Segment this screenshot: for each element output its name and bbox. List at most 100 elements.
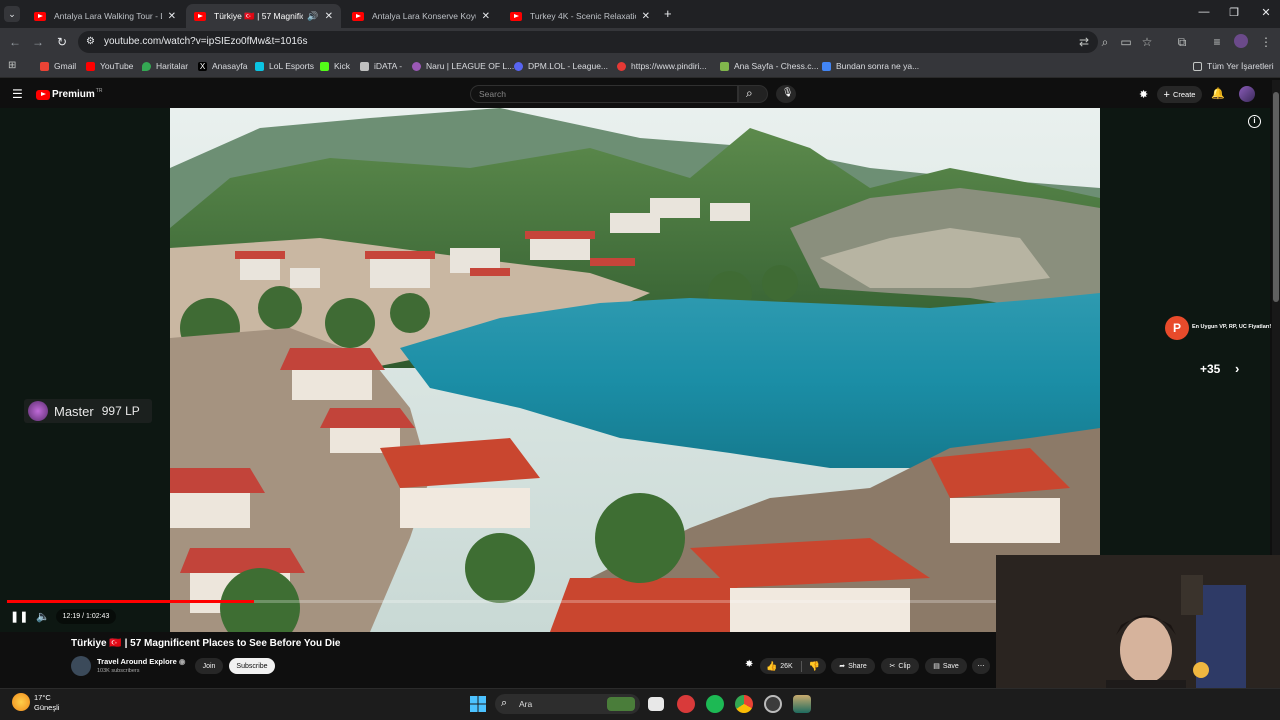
chrome-icon[interactable] bbox=[735, 695, 753, 713]
extensions-icon[interactable]: ⧉ bbox=[1175, 35, 1189, 49]
close-tab-icon[interactable]: ✕ bbox=[482, 11, 490, 22]
search-input[interactable]: Search bbox=[470, 85, 738, 103]
channel-avatar[interactable] bbox=[71, 656, 91, 676]
bookmark-idata[interactable]: iDATA - bbox=[360, 61, 402, 71]
clip-button[interactable]: ✂ Clip bbox=[881, 658, 919, 674]
bookmark-pindiri[interactable]: https://www.pindiri... bbox=[617, 61, 707, 71]
master-rank-emblem-icon bbox=[28, 401, 48, 421]
pause-icon[interactable]: ❚❚ bbox=[10, 610, 28, 623]
url-text[interactable]: youtube.com/watch?v=ipSIEzo0fMw&t=1016s bbox=[104, 36, 307, 47]
audio-playing-icon[interactable]: 🔊 bbox=[307, 11, 318, 22]
restore-icon[interactable]: ❐ bbox=[1224, 6, 1244, 19]
close-tab-icon[interactable]: ✕ bbox=[325, 11, 333, 22]
bookmark-maps[interactable]: Haritalar bbox=[142, 61, 188, 71]
bookmark-x[interactable]: X Anasayfa bbox=[198, 61, 247, 71]
bookmark-dpm[interactable]: DPM.LOL - League... bbox=[514, 61, 608, 71]
windows-start-icon[interactable] bbox=[469, 695, 487, 713]
info-icon[interactable]: i bbox=[1248, 115, 1261, 128]
bookmark-kick[interactable]: Kick bbox=[320, 61, 350, 71]
like-dislike-group: 👍 26K 👎 bbox=[760, 658, 826, 674]
subscribe-button[interactable]: Subscribe bbox=[229, 658, 275, 674]
subscriber-count: 103K subscribers bbox=[97, 668, 140, 674]
sparkle-ask-icon[interactable]: ✸ bbox=[745, 659, 753, 670]
create-button[interactable]: + Create bbox=[1157, 86, 1202, 103]
close-window-icon[interactable]: ✕ bbox=[1256, 6, 1276, 19]
browser-menu-icon[interactable]: ⋮ bbox=[1259, 35, 1273, 49]
back-icon[interactable]: ← bbox=[8, 35, 22, 49]
youtube-logo[interactable]: Premium TR bbox=[36, 87, 103, 100]
voice-search-button[interactable]: 🎙 bbox=[776, 85, 796, 103]
rank-overlay: Master 997 LP bbox=[24, 399, 152, 423]
youtube-favicon-icon bbox=[510, 11, 522, 21]
browser-tab-active[interactable]: Türkiye 🇹🇷 | 57 Magnificent 🔊 ✕ bbox=[186, 4, 341, 28]
new-tab-plus-icon[interactable]: + bbox=[664, 6, 672, 21]
verified-check-icon: ◉ bbox=[178, 657, 186, 666]
browser-tab[interactable]: Antalya Lara Konserve Koyu - K ✕ bbox=[344, 4, 498, 28]
share-button[interactable]: ➦ Share bbox=[831, 658, 875, 674]
scrollbar-thumb[interactable] bbox=[1273, 92, 1279, 302]
dislike-thumb-icon[interactable]: 👎 bbox=[800, 660, 820, 672]
dpm-icon bbox=[514, 61, 523, 71]
like-thumb-icon[interactable]: 👍 bbox=[766, 661, 777, 672]
all-bookmarks-folder[interactable]: Tüm Yer İşaretleri bbox=[1193, 61, 1274, 71]
tab-search-chevron-icon[interactable]: ⌄ bbox=[4, 6, 20, 22]
bookmark-chess[interactable]: Ana Sayfa - Chess.c... bbox=[720, 61, 819, 71]
create-label: Create bbox=[1172, 90, 1196, 99]
bookmark-star-icon[interactable]: ☆ bbox=[1140, 35, 1154, 49]
site-info-icon[interactable]: ⚙ bbox=[86, 36, 95, 47]
kick-icon bbox=[320, 61, 329, 71]
profile-avatar[interactable] bbox=[1234, 34, 1248, 48]
channel-name[interactable]: Travel Around Explore ◉ bbox=[97, 657, 185, 666]
forward-icon[interactable]: → bbox=[31, 35, 45, 49]
video-frame[interactable] bbox=[170, 108, 1100, 632]
spotify-icon[interactable] bbox=[706, 695, 724, 713]
chevron-right-icon[interactable]: › bbox=[1235, 361, 1239, 376]
taskbar-search-box[interactable]: ⌕ Ara bbox=[495, 694, 640, 714]
hamburger-menu-icon[interactable]: ☰ bbox=[12, 87, 23, 101]
reload-icon[interactable]: ↻ bbox=[55, 35, 69, 49]
rank-lp: 997 LP bbox=[101, 404, 140, 418]
chess-pawn-icon bbox=[720, 61, 729, 71]
time-display: 12:19 / 1:02:43 bbox=[56, 609, 116, 624]
bookmark-gmail[interactable]: Gmail bbox=[40, 61, 76, 71]
cast-icon[interactable]: ▭ bbox=[1119, 35, 1133, 49]
weather-sun-icon[interactable] bbox=[12, 693, 30, 711]
more-actions-icon[interactable]: ⋯ bbox=[972, 658, 990, 674]
translate-icon[interactable]: ⇄ bbox=[1077, 35, 1091, 49]
search-button[interactable]: ⌕ bbox=[738, 85, 768, 103]
video-scene-image bbox=[170, 108, 1100, 632]
youtube-play-logo-icon bbox=[36, 89, 50, 100]
like-count[interactable]: 26K bbox=[780, 663, 792, 670]
join-button[interactable]: Join bbox=[195, 658, 223, 674]
volume-icon[interactable]: 🔈 bbox=[36, 610, 50, 623]
browser-tab[interactable]: Antalya Lara Walking Tour - Lar ✕ bbox=[26, 4, 184, 28]
league-client-icon[interactable] bbox=[793, 695, 811, 713]
bookmark-bundan[interactable]: Bundan sonra ne ya... bbox=[822, 61, 919, 71]
minimize-icon[interactable]: — bbox=[1194, 6, 1214, 18]
notifications-bell-icon[interactable]: 🔔 bbox=[1211, 87, 1225, 100]
search-placeholder: Search bbox=[479, 89, 506, 99]
save-button[interactable]: ▤ Save bbox=[925, 658, 967, 674]
country-code: TR bbox=[95, 87, 103, 94]
search-highlight-icon bbox=[607, 697, 635, 711]
weather-widget[interactable]: 17°C Güneşli bbox=[34, 693, 59, 713]
pindiri-icon bbox=[617, 61, 626, 71]
maps-pin-icon bbox=[142, 61, 151, 71]
microphone-icon: 🎙 bbox=[782, 87, 794, 97]
close-tab-icon[interactable]: ✕ bbox=[168, 11, 176, 22]
sparkle-icon[interactable]: ✸ bbox=[1139, 88, 1148, 101]
app-gear-icon[interactable] bbox=[764, 695, 782, 713]
media-control-icon[interactable]: ≡ bbox=[1210, 35, 1224, 49]
browser-tab[interactable]: Turkey 4K - Scenic Relaxation F ✕ bbox=[502, 4, 658, 28]
bookmark-youtube[interactable]: YouTube bbox=[86, 61, 133, 71]
apps-grid-icon[interactable]: ⊞ bbox=[8, 60, 16, 71]
bookmark-lolesports[interactable]: LoL Esports bbox=[255, 61, 314, 71]
task-view-icon[interactable] bbox=[648, 697, 664, 711]
badge-count: +35 bbox=[1200, 362, 1221, 376]
bookmark-naru[interactable]: Naru | LEAGUE OF L... bbox=[412, 61, 514, 71]
sponsor-logo-icon: P bbox=[1165, 316, 1189, 340]
close-tab-icon[interactable]: ✕ bbox=[642, 11, 650, 22]
app-red-icon[interactable] bbox=[677, 695, 695, 713]
zoom-icon[interactable]: ⌕ bbox=[1098, 35, 1112, 49]
account-avatar[interactable] bbox=[1239, 86, 1255, 102]
